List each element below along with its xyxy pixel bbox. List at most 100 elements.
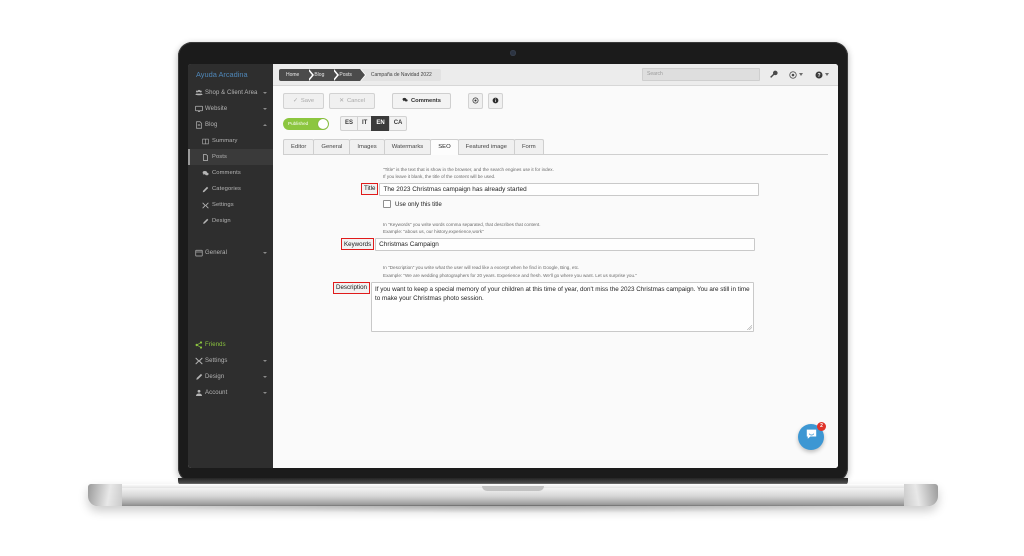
sidebar-spacer-large: [188, 261, 273, 337]
lang-en[interactable]: EN: [371, 116, 389, 131]
sidebar-brand-label: Ayuda Arcadina: [196, 70, 248, 79]
comments-button-label: Comments: [410, 98, 441, 104]
breadcrumb-item-home[interactable]: Home: [279, 68, 315, 81]
sidebar-item-blog-design[interactable]: Design: [188, 213, 273, 229]
chevron-down-icon: [263, 392, 267, 394]
cancel-button-label: Cancel: [346, 98, 365, 104]
brush-icon: [202, 218, 212, 225]
tab-featured-image[interactable]: Featured image: [457, 139, 515, 154]
sidebar-item-shop-client-area[interactable]: Shop & Client Area: [188, 85, 273, 101]
brush-icon: [195, 373, 205, 381]
description-hint-line2: Example: "We are wedding photographers f…: [383, 272, 637, 278]
sidebar-item-blog[interactable]: Blog: [188, 117, 273, 133]
seo-form: "Title" is the text that is show in the …: [283, 155, 828, 332]
sidebar-item-account[interactable]: Account: [188, 385, 273, 401]
wrench-icon: [195, 357, 205, 365]
tab-images[interactable]: Images: [349, 139, 385, 154]
published-toggle[interactable]: Published: [283, 117, 329, 130]
tab-general[interactable]: General: [313, 139, 351, 154]
keywords-annotation-label: Keywords: [341, 238, 375, 251]
sidebar-item-label: Blog: [205, 122, 218, 128]
sidebar-item-summary[interactable]: Summary: [188, 133, 273, 149]
keywords-hint-line1: In "Keywords" you write words comma sepa…: [383, 222, 541, 228]
use-only-title-row[interactable]: Use only this title: [383, 200, 828, 209]
lang-it[interactable]: IT: [357, 116, 372, 131]
comments-icon: [402, 97, 408, 105]
info-icon: i: [492, 97, 499, 106]
eye-icon[interactable]: [786, 68, 806, 82]
info-button[interactable]: i: [487, 93, 503, 109]
eye-icon: [472, 97, 479, 106]
title-hint-line1: "Title" is the text that is show in the …: [383, 167, 554, 172]
breadcrumb: Home Blog Posts Campaña de Navidad 2022: [279, 68, 441, 81]
sidebar-brand[interactable]: Ayuda Arcadina: [188, 64, 273, 85]
sidebar-item-label: Summary: [212, 138, 238, 144]
save-button[interactable]: ✓ Save: [283, 93, 325, 109]
sidebar-item-label: Comments: [212, 170, 241, 176]
language-selector: ES IT EN CA: [340, 116, 408, 131]
wrench-icon: [202, 202, 212, 209]
chevron-up-icon: [263, 124, 267, 126]
cancel-button[interactable]: ✕ Cancel: [329, 93, 375, 109]
sidebar-item-label: Settings: [212, 202, 234, 208]
users-icon: [195, 89, 205, 97]
chevron-down-icon: [263, 108, 267, 110]
share-icon: [195, 341, 205, 349]
sidebar-item-label: Friends: [205, 342, 226, 348]
title-input[interactable]: The 2023 Christmas campaign has already …: [379, 183, 760, 197]
save-button-label: Save: [300, 98, 315, 104]
toggle-knob: [318, 118, 328, 129]
sidebar-item-categories[interactable]: Categories: [188, 181, 273, 197]
close-icon: ✕: [339, 98, 344, 104]
chevron-down-icon: [825, 73, 829, 76]
title-annotation-label: Title: [361, 183, 379, 196]
status-row: Published ES IT EN CA: [283, 116, 828, 131]
sidebar-item-friends[interactable]: Friends: [188, 337, 273, 353]
chevron-down-icon: [263, 360, 267, 362]
sidebar-item-website[interactable]: Website: [188, 101, 273, 117]
columns-icon: [202, 138, 212, 145]
description-textarea[interactable]: If you want to keep a special memory of …: [370, 281, 754, 332]
pencil-icon: [202, 186, 212, 193]
sidebar-item-label: Design: [205, 374, 225, 380]
chevron-down-icon: [263, 252, 267, 254]
laptop-base-right-edge: [904, 484, 938, 506]
search-input[interactable]: Search: [642, 68, 760, 81]
check-icon: ✓: [293, 98, 298, 104]
description-field-row: Description If you want to keep a specia…: [283, 281, 828, 332]
title-field-row: Title The 2023 Christmas campaign has al…: [283, 183, 828, 197]
sidebar-item-general[interactable]: General: [188, 245, 273, 261]
sidebar-item-label: Design: [212, 218, 231, 224]
description-annotation-label: Description: [333, 281, 370, 294]
tab-form[interactable]: Form: [513, 139, 544, 154]
keywords-input[interactable]: Christmas Campaign: [375, 238, 756, 252]
sidebar-item-posts[interactable]: Posts: [188, 149, 273, 165]
file-icon: [195, 121, 205, 129]
tab-seo[interactable]: SEO: [430, 139, 459, 155]
sidebar-item-settings[interactable]: Settings: [188, 353, 273, 369]
sidebar-item-label: Posts: [212, 154, 227, 160]
lang-es[interactable]: ES: [340, 116, 358, 131]
calendar-icon: [195, 249, 205, 257]
help-icon[interactable]: ?: [812, 68, 832, 82]
use-only-title-checkbox[interactable]: [383, 200, 391, 209]
chat-bubble-icon: [805, 428, 818, 446]
chat-unread-badge: 2: [817, 422, 826, 431]
lang-ca[interactable]: CA: [388, 116, 408, 131]
resize-handle[interactable]: [746, 324, 752, 330]
sidebar-item-label: Shop & Client Area: [205, 90, 258, 96]
sidebar-item-blog-settings[interactable]: Settings: [188, 197, 273, 213]
laptop-screen: Ayuda Arcadina Shop & Client Area Websit…: [188, 64, 838, 468]
keywords-hint-line2: Example: "abous us, our history,experien…: [383, 229, 484, 235]
sidebar: Ayuda Arcadina Shop & Client Area Websit…: [188, 64, 273, 468]
tab-watermarks[interactable]: Watermarks: [383, 139, 432, 154]
main-area: Home Blog Posts Campaña de Navidad 2022 …: [273, 64, 838, 468]
chat-widget-button[interactable]: 2: [798, 422, 826, 450]
wrench-icon[interactable]: [766, 68, 780, 82]
sidebar-item-design[interactable]: Design: [188, 369, 273, 385]
comments-button[interactable]: Comments: [391, 93, 451, 109]
preview-button[interactable]: [467, 93, 483, 109]
tab-editor[interactable]: Editor: [283, 139, 315, 154]
sidebar-item-comments[interactable]: Comments: [188, 165, 273, 181]
screenshot-stage: Ayuda Arcadina Shop & Client Area Websit…: [0, 0, 1024, 556]
